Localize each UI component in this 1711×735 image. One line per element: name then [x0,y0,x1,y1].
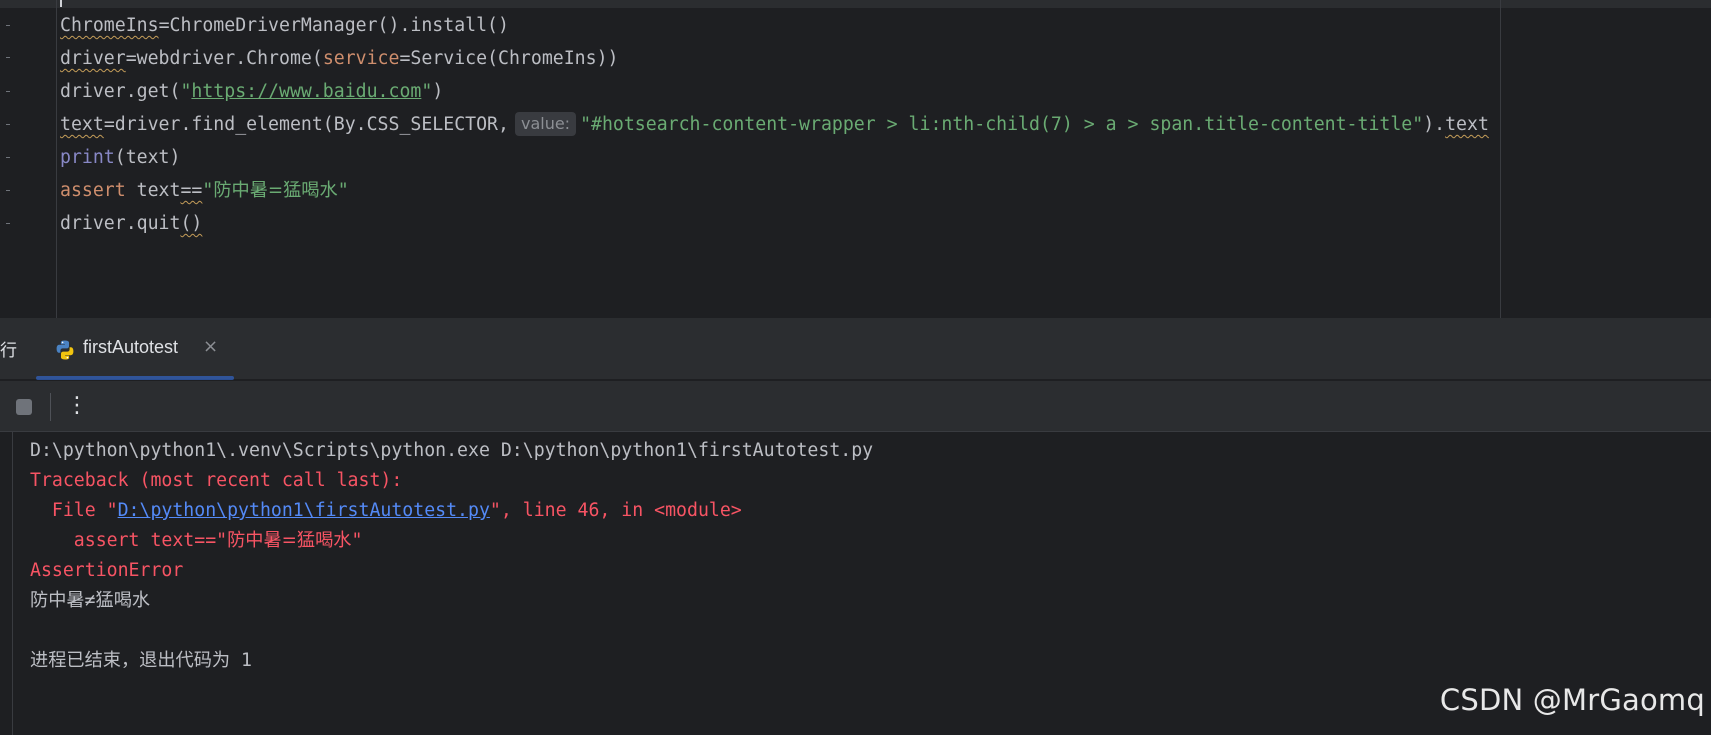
builtin-function: print [60,147,115,168]
code-line-2[interactable]: driver=webdriver.Chrome(service=Service(… [60,45,618,73]
tool-window-title-fragment: 行 [0,341,17,361]
code-token: (text) [114,147,181,168]
code-line-5[interactable]: print(text) [60,144,180,172]
gutter-fold-mark [6,223,10,224]
console-text: ", line 46, in <module> [489,500,742,521]
toolbar-separator [50,393,51,421]
code-token: =ChromeDriverManager().install() [158,15,509,36]
close-icon[interactable]: × [203,336,218,357]
string-quote: " [421,81,433,102]
gutter-fold-mark [6,124,10,125]
console-text: assert text==" [30,530,228,551]
exit-code: 1 [230,650,252,671]
tab-label: firstAutotest [83,337,179,357]
console-text: 进程已结束，退出代码为 [30,650,231,671]
code-token: ChromeIns [60,15,159,36]
gutter-fold-mark [6,157,10,158]
code-line-4[interactable]: text=driver.find_element(By.CSS_SELECTOR… [60,111,1489,139]
string-quote: " [337,180,349,201]
string-literal: 防中暑=猛喝水 [213,180,338,201]
code-token: =Service(ChromeIns)) [399,48,619,69]
gutter-fold-mark [6,57,10,58]
gutter-fold-mark [6,190,10,191]
run-tool-window-header: 行 firstAutotest × [0,318,1711,380]
string-quote: " [202,180,214,201]
file-link[interactable]: D:\python\python1\firstAutotest.py [118,500,490,521]
code-token: ) [432,81,444,102]
python-icon [56,340,74,360]
console-printed-output: 防中暑≠猛喝水 [30,590,151,611]
editor-top-strip [0,0,1711,8]
active-tab-indicator [36,376,234,380]
code-editor[interactable]: ChromeIns=ChromeDriverManager().install(… [0,0,1711,318]
keyword: assert [60,180,126,201]
console-text: File " [30,500,118,521]
code-token: ). [1423,114,1446,135]
console-traceback-header: Traceback (most recent call last): [30,470,403,491]
editor-gutter-divider [56,0,57,318]
stop-icon [16,399,32,415]
operator: == [180,180,203,201]
keyword-argument: service [322,48,400,69]
watermark: CSDN @MrGaomq [1439,683,1705,717]
parameter-hint: value: [514,112,577,136]
editor-right-margin-guide [1500,0,1501,318]
code-token: text [1445,114,1489,135]
gutter-fold-mark [6,91,10,92]
code-token: =driver.find_element(By.CSS_SELECTOR, [103,114,509,135]
console-traceback-file-line: File "D:\python\python1\firstAutotest.py… [30,496,742,526]
code-token: driver.get( [60,81,181,102]
code-line-1[interactable]: ChromeIns=ChromeDriverManager().install(… [60,12,509,40]
code-token: driver [60,48,126,69]
string-quote: " [180,81,192,102]
gutter-fold-mark [6,25,10,26]
console-gutter-divider [12,432,13,735]
tab-first-autotest[interactable]: firstAutotest × [36,318,234,380]
run-toolbar: ⋮ [0,381,1711,432]
console-command-line: D:\python\python1\.venv\Scripts\python.e… [30,440,874,461]
console-exit-line: 进程已结束，退出代码为 1 [30,646,252,676]
code-line-6[interactable]: assert text=="防中暑=猛喝水" [60,177,349,205]
string-literal: "#hotsearch-content-wrapper > li:nth-chi… [580,114,1424,135]
code-token: =webdriver.Chrome( [125,48,323,69]
console-error-name: AssertionError [30,560,184,581]
console-traceback-code-line: assert text=="防中暑=猛喝水" [30,526,363,556]
code-token: driver.quit [60,213,181,234]
console-text: " [351,530,363,551]
code-token: text [125,180,181,201]
console-text: 防中暑=猛喝水 [227,530,352,551]
url-link[interactable]: https://www.baidu.com [191,81,421,102]
code-line-7[interactable]: driver.quit() [60,210,202,238]
stop-button[interactable] [14,397,34,417]
more-options-icon[interactable]: ⋮ [66,391,88,421]
code-token: () [180,213,203,234]
code-token: text [60,114,104,135]
text-caret [60,0,62,7]
code-line-3[interactable]: driver.get("https://www.baidu.com") [60,78,443,106]
